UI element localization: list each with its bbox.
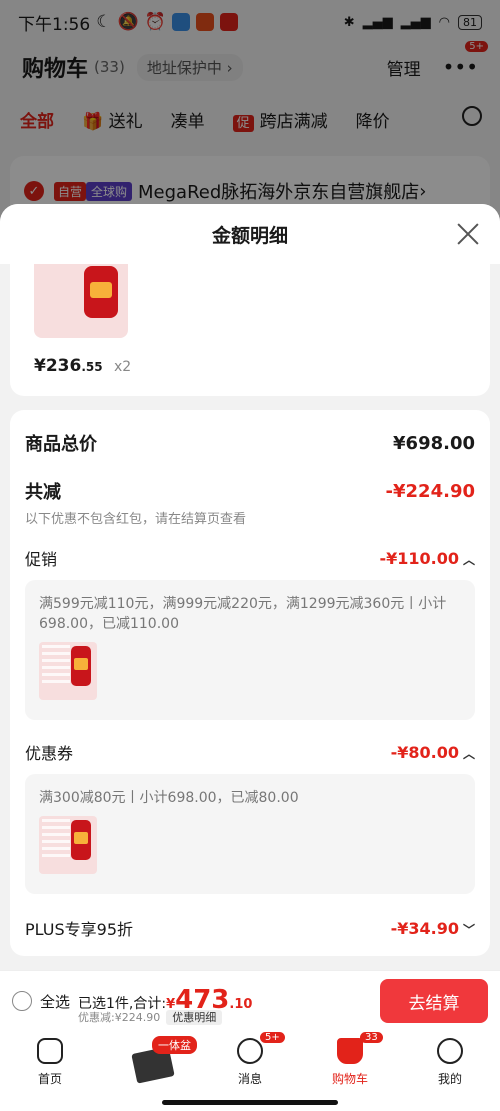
nav-me[interactable]: 我的	[420, 1038, 480, 1087]
chevron-down-icon: ﹀	[462, 922, 475, 937]
amount-detail-sheet: 金额明细 ¥236.55 x2 商品总价 ¥698.00 共减 -¥224.90…	[0, 204, 500, 970]
promo-product-thumb	[39, 642, 97, 700]
nav-home[interactable]: 首页	[20, 1038, 80, 1087]
user-icon	[437, 1038, 463, 1064]
plus-value: -¥34.90 ﹀	[391, 919, 475, 938]
cart-icon	[337, 1038, 363, 1064]
product-card: ¥236.55 x2	[10, 264, 490, 396]
thumb-label	[42, 645, 70, 685]
product-image	[34, 264, 128, 338]
reduce-value: -¥224.90	[385, 480, 475, 502]
promo-amount: -¥110.00	[379, 548, 459, 568]
total-row: 商品总价 ¥698.00	[25, 430, 475, 456]
nav-messages[interactable]: 5+ 消息	[220, 1032, 285, 1087]
message-badge: 5+	[260, 1032, 285, 1043]
plus-row[interactable]: PLUS专享95折 -¥34.90 ﹀	[25, 916, 475, 940]
coupon-row[interactable]: 优惠券 -¥80.00 ︿	[25, 740, 475, 764]
plus-amount: -¥34.90	[390, 918, 459, 938]
chevron-up-icon: ︿	[462, 746, 475, 761]
product-quantity: x2	[114, 359, 132, 375]
discount-detail-button[interactable]: 优惠明细	[166, 1010, 223, 1025]
home-icon	[37, 1038, 63, 1064]
nav-home-label: 首页	[37, 1072, 62, 1086]
product-price: ¥236.55	[34, 356, 103, 376]
total-label: 商品总价	[25, 434, 97, 455]
checkout-bar: 全选 已选1件,合计:¥473.10 优惠减:¥224.90 优惠明细 去结算	[0, 970, 500, 1032]
nav-cart[interactable]: 33 购物车	[320, 1032, 383, 1087]
select-all-radio[interactable]	[12, 991, 32, 1011]
bottle-image	[84, 266, 118, 318]
price-decimal: .55	[81, 360, 103, 374]
home-indicator[interactable]	[162, 1100, 338, 1105]
promo-text: 满599元减110元，满999元减220元，满1299元减360元丨小计698.…	[39, 596, 447, 632]
coupon-product-thumb	[39, 816, 97, 874]
discount-text: 优惠减:¥224.90	[78, 1011, 161, 1024]
coupon-label: 优惠券	[25, 744, 74, 763]
price-main: ¥236	[34, 356, 82, 376]
plus-label: PLUS专享95折	[25, 920, 133, 939]
sheet-header: 金额明细	[0, 204, 500, 264]
nav-messages-label: 消息	[237, 1072, 262, 1086]
coupon-detail-box: 满300减80元丨小计698.00，已减80.00	[25, 774, 475, 894]
reduce-row: 共减 -¥224.90	[25, 478, 475, 504]
message-icon	[237, 1038, 263, 1064]
nav-promo-center[interactable]: 一体盆	[128, 1036, 200, 1084]
bottle-image	[71, 820, 91, 860]
coupon-value: -¥80.00 ︿	[391, 743, 475, 762]
nav-me-label: 我的	[437, 1072, 462, 1086]
checkout-button[interactable]: 去结算	[380, 979, 488, 1023]
total-value: ¥698.00	[393, 432, 475, 454]
amount-dec: .10	[229, 997, 253, 1012]
nav-cart-label: 购物车	[331, 1072, 368, 1086]
promo-pill: 一体盆	[152, 1036, 197, 1054]
amount-detail-card: 商品总价 ¥698.00 共减 -¥224.90 以下优惠不包含红包，请在结算页…	[10, 410, 490, 956]
promo-label: 促销	[25, 550, 58, 569]
reduce-note: 以下优惠不包含红包，请在结算页查看	[25, 512, 247, 527]
promo-detail-box: 满599元减110元，满999元减220元，满1299元减360元丨小计698.…	[25, 580, 475, 720]
thumb-label	[42, 819, 70, 859]
promo-value: -¥110.00 ︿	[379, 549, 475, 568]
cart-badge: 33	[360, 1032, 383, 1043]
reduce-label: 共减	[25, 482, 61, 503]
discount-line: 优惠减:¥224.90 优惠明细	[78, 1009, 223, 1025]
promo-row[interactable]: 促销 -¥110.00 ︿	[25, 546, 475, 570]
chevron-up-icon: ︿	[462, 552, 475, 567]
select-all-label[interactable]: 全选	[40, 991, 70, 1012]
sheet-title: 金额明细	[211, 224, 288, 247]
coupon-text: 满300减80元丨小计698.00，已减80.00	[39, 790, 299, 806]
coupon-amount: -¥80.00	[390, 742, 459, 762]
bottle-image	[71, 646, 91, 686]
close-icon[interactable]	[456, 222, 480, 246]
